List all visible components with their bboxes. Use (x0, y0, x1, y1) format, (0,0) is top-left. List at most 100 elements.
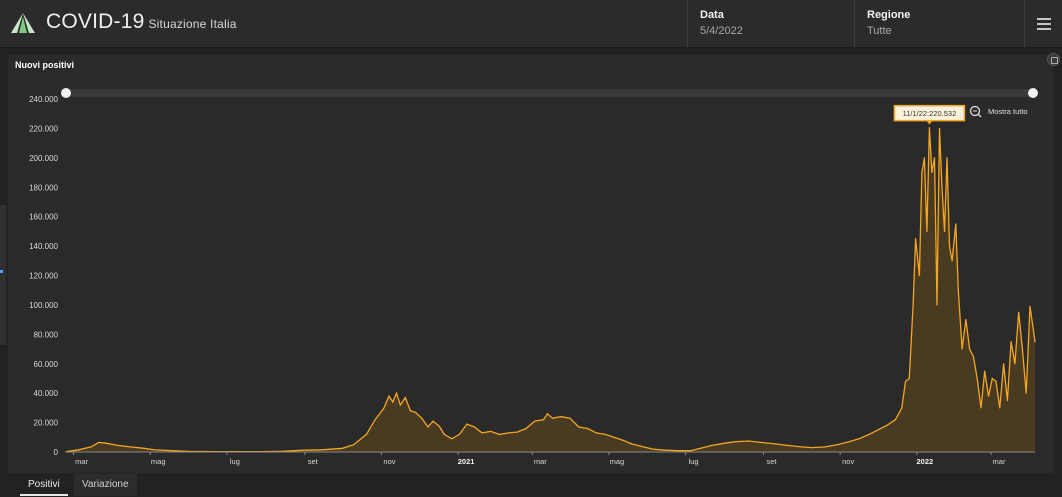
data-point (938, 127, 941, 130)
data-point (516, 431, 518, 433)
x-tick-label: 2022 (917, 457, 934, 466)
data-point (173, 450, 175, 452)
data-point (490, 430, 492, 433)
x-tick-label: lug (689, 457, 699, 466)
data-point (451, 438, 453, 440)
y-tick-label: 120.000 (29, 272, 58, 281)
y-tick-label: 40.000 (34, 389, 59, 398)
data-point (438, 425, 440, 427)
data-point (534, 420, 536, 422)
data-point (946, 157, 948, 159)
menu-button[interactable] (1024, 0, 1062, 48)
tooltip-text: 11/1/22:220.532 (903, 109, 957, 118)
y-tick-label: 240.000 (29, 95, 58, 104)
data-point (760, 441, 762, 444)
data-point (877, 429, 879, 431)
x-tick-label: nov (842, 457, 854, 466)
data-point (928, 127, 931, 129)
region-value: Tutte (867, 25, 892, 37)
app-title-text: COVID-19 (46, 10, 145, 33)
data-point (595, 432, 597, 434)
show-all-button[interactable]: Mostra tutto (969, 105, 1028, 118)
data-point (443, 433, 445, 435)
data-point (955, 223, 957, 225)
data-point (427, 426, 429, 428)
tab-positivi[interactable]: Positivi (20, 474, 68, 496)
x-tick-label: mar (534, 457, 547, 466)
data-point (466, 423, 468, 425)
data-point (711, 444, 713, 446)
data-point (154, 449, 156, 451)
y-axis: 240.000 220.000 200.000 180.000 160.000 140.0… (29, 95, 58, 457)
y-tick-label: 180.000 (29, 183, 58, 192)
data-point (90, 446, 92, 448)
y-tick-label: 140.000 (29, 242, 58, 251)
data-point (677, 450, 679, 452)
data-point (951, 260, 953, 262)
data-point (1029, 305, 1031, 307)
y-tick-label: 0 (54, 448, 59, 457)
data-point (65, 451, 67, 453)
data-point (931, 171, 933, 174)
x-tick-label: mar (993, 457, 1006, 466)
data-point (858, 438, 860, 440)
data-point (604, 433, 606, 435)
zoom-handle-right[interactable] (1028, 88, 1038, 98)
data-point (321, 449, 323, 451)
data-point (991, 377, 993, 380)
data-point (926, 230, 928, 232)
zoom-scrollbar[interactable] (66, 89, 1033, 97)
region-selector[interactable]: Regione Tutte (854, 0, 1024, 48)
y-tick-label: 60.000 (34, 360, 59, 369)
data-point (1021, 348, 1024, 350)
data-point (542, 419, 545, 421)
tent-logo-icon (11, 13, 35, 33)
data-point (341, 447, 344, 449)
data-point (1010, 341, 1012, 343)
y-tick-label: 20.000 (34, 419, 59, 428)
data-point (901, 407, 903, 409)
data-point (383, 407, 385, 409)
data-point (282, 450, 285, 452)
data-point (702, 446, 704, 449)
data-point (980, 407, 982, 409)
data-point (421, 417, 423, 419)
menu-icon-bar-1 (1037, 18, 1051, 20)
data-point (142, 447, 144, 449)
data-point (652, 448, 654, 450)
data-point (923, 157, 926, 159)
app-subtitle: Situazione Italia (148, 17, 237, 31)
data-point (957, 289, 959, 291)
x-tick-label: mag (610, 457, 625, 466)
data-point (941, 186, 943, 188)
x-tick-label: 2021 (458, 457, 475, 466)
data-point (365, 433, 367, 435)
data-point (188, 450, 190, 453)
data-point (105, 442, 107, 444)
date-value: 5/4/2022 (700, 25, 743, 37)
x-axis: mar mag lug set nov 2021 mar mag lug set nov 2022 ma… (73, 452, 1006, 466)
x-tick-label: lug (230, 457, 240, 466)
data-point (961, 348, 963, 350)
data-point (918, 274, 920, 277)
region-label: Regione (867, 9, 911, 21)
show-all-label: Mostra tutto (988, 107, 1028, 116)
data-point (868, 433, 870, 435)
data-point (1014, 363, 1016, 365)
data-point (837, 444, 839, 446)
date-selector[interactable]: Data 5/4/2022 (687, 0, 854, 48)
data-point (969, 348, 971, 350)
tab-variazione[interactable]: Variazione (74, 474, 137, 496)
zoom-handle-left[interactable] (61, 88, 71, 98)
data-point (747, 440, 750, 442)
data-point (936, 304, 938, 306)
y-tick-label: 100.000 (29, 301, 58, 310)
data-point (481, 432, 483, 434)
data-point (414, 411, 416, 413)
tab-positivi-label: Positivi (28, 479, 60, 490)
data-point (432, 420, 434, 422)
data-point (886, 424, 888, 427)
y-tick-label: 220.000 (29, 124, 58, 133)
date-label: Data (700, 9, 724, 21)
side-scroll-strip[interactable] (0, 205, 6, 345)
